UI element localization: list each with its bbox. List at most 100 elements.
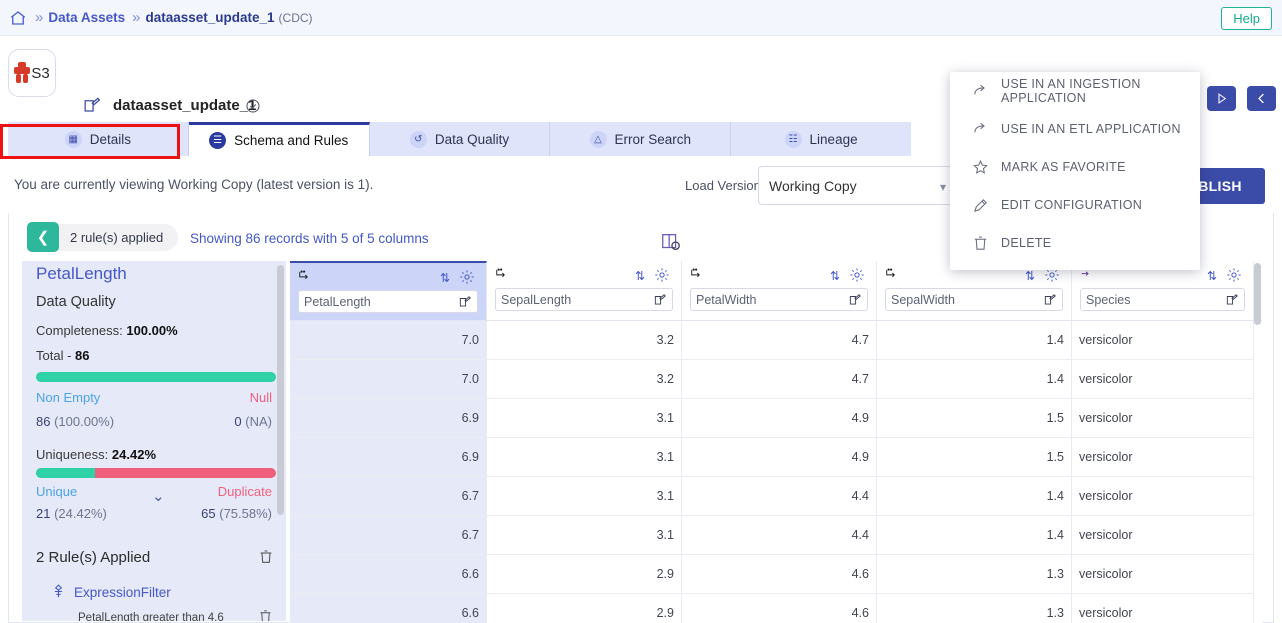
table-cell[interactable]: versicolor — [1072, 399, 1254, 438]
column-name-input[interactable]: SepalWidth — [885, 288, 1063, 311]
duplicate-label: Duplicate — [218, 484, 272, 499]
table-cell[interactable]: versicolor — [1072, 321, 1254, 360]
sort-icon[interactable]: ⇅ — [440, 271, 450, 285]
table-cell[interactable]: 6.7 — [290, 516, 487, 555]
table-row[interactable]: 6.73.14.41.4versicolor — [290, 477, 1262, 516]
sort-icon[interactable]: ⇅ — [1025, 269, 1035, 283]
table-cell[interactable]: 6.9 — [290, 399, 487, 438]
table-cell[interactable]: 3.1 — [487, 516, 682, 555]
table-cell[interactable]: 4.6 — [682, 594, 877, 623]
grid-header-row: ⇅ PetalLength ⇅ SepalLength ⇅ PetalWidth ⇅ Sepa… — [290, 261, 1262, 321]
collapse-panel-button[interactable]: ❮ — [27, 222, 59, 252]
table-cell[interactable]: 4.9 — [682, 399, 877, 438]
run-button[interactable] — [1207, 86, 1236, 111]
tab-schema-and-rules[interactable]: ☰ Schema and Rules — [189, 122, 370, 156]
table-cell[interactable]: versicolor — [1072, 438, 1254, 477]
table-cell[interactable]: 4.7 — [682, 321, 877, 360]
column-config-icon[interactable] — [660, 231, 682, 253]
table-row[interactable]: 7.03.24.71.4versicolor — [290, 360, 1262, 399]
expand-chevron-icon[interactable]: ⌄ — [152, 487, 165, 505]
grid-column-header[interactable]: ⇅ PetalWidth — [682, 261, 877, 320]
grid-column-header[interactable]: ⇅ PetalLength — [290, 261, 487, 320]
tab-error-search[interactable]: △ Error Search — [550, 122, 731, 156]
table-cell[interactable]: 1.5 — [877, 399, 1072, 438]
table-cell[interactable]: versicolor — [1072, 516, 1254, 555]
edit-column-icon[interactable] — [1225, 293, 1239, 307]
tab-data-quality[interactable]: ↺ Data Quality — [370, 122, 551, 156]
table-cell[interactable]: 1.4 — [877, 321, 1072, 360]
table-cell[interactable]: 3.1 — [487, 438, 682, 477]
table-cell[interactable]: 4.6 — [682, 555, 877, 594]
completeness-row: Completeness: 100.00% — [36, 323, 178, 338]
breadcrumb-link-data-assets[interactable]: Data Assets — [48, 10, 125, 25]
rule-name[interactable]: ExpressionFilter — [74, 585, 171, 600]
tab-details[interactable]: ▦ Details — [8, 122, 189, 156]
delete-rule-icon[interactable] — [258, 609, 273, 621]
gear-icon[interactable] — [849, 267, 865, 283]
table-cell[interactable]: 1.4 — [877, 477, 1072, 516]
menu-item-delete[interactable]: DELETE — [950, 224, 1200, 262]
edit-column-icon[interactable] — [1043, 293, 1057, 307]
grid-scrollbar[interactable] — [1254, 263, 1261, 325]
table-cell[interactable]: 3.2 — [487, 321, 682, 360]
table-cell[interactable]: 7.0 — [290, 360, 487, 399]
edit-column-icon[interactable] — [848, 293, 862, 307]
table-cell[interactable]: 3.2 — [487, 360, 682, 399]
home-icon[interactable] — [8, 8, 28, 28]
column-name-input[interactable]: SepalLength — [495, 288, 673, 311]
table-row[interactable]: 6.73.14.41.4versicolor — [290, 516, 1262, 555]
gear-icon[interactable] — [459, 269, 475, 285]
menu-item-mark-as-favorite[interactable]: MARK AS FAVORITE — [950, 148, 1200, 186]
table-cell[interactable]: 4.4 — [682, 516, 877, 555]
table-cell[interactable]: 3.1 — [487, 477, 682, 516]
back-button[interactable] — [1247, 86, 1276, 111]
edit-name-icon[interactable] — [82, 96, 101, 115]
table-cell[interactable]: 6.6 — [290, 594, 487, 623]
table-row[interactable]: 7.03.24.71.4versicolor — [290, 321, 1262, 360]
table-cell[interactable]: 6.6 — [290, 555, 487, 594]
grid-column-header[interactable]: ⇅ SepalLength — [487, 261, 682, 320]
table-cell[interactable]: 1.3 — [877, 555, 1072, 594]
gear-icon[interactable] — [1226, 267, 1242, 283]
sort-icon[interactable]: ⇅ — [635, 269, 645, 283]
edit-column-icon[interactable] — [653, 293, 667, 307]
table-cell[interactable]: 1.4 — [877, 360, 1072, 399]
warning-icon: △ — [590, 131, 607, 148]
column-name-input[interactable]: Species — [1080, 288, 1245, 311]
table-cell[interactable]: 1.5 — [877, 438, 1072, 477]
unique-value: 21 (24.42%) — [36, 506, 107, 521]
table-cell[interactable]: 1.3 — [877, 594, 1072, 623]
table-row[interactable]: 6.62.94.61.3versicolor — [290, 555, 1262, 594]
table-cell[interactable]: 2.9 — [487, 555, 682, 594]
table-cell[interactable]: 3.1 — [487, 399, 682, 438]
column-name-input[interactable]: PetalWidth — [690, 288, 868, 311]
edit-column-icon[interactable] — [458, 295, 472, 309]
table-row[interactable]: 6.62.94.61.3versicolor — [290, 594, 1262, 623]
table-cell[interactable]: versicolor — [1072, 477, 1254, 516]
table-cell[interactable]: 4.4 — [682, 477, 877, 516]
table-cell[interactable]: 6.7 — [290, 477, 487, 516]
table-cell[interactable]: 7.0 — [290, 321, 487, 360]
help-button[interactable]: Help — [1221, 7, 1272, 30]
panel-scrollbar[interactable] — [277, 265, 284, 515]
menu-item-edit-configuration[interactable]: EDIT CONFIGURATION — [950, 186, 1200, 224]
table-cell[interactable]: 6.9 — [290, 438, 487, 477]
table-cell[interactable]: 4.7 — [682, 360, 877, 399]
table-row[interactable]: 6.93.14.91.5versicolor — [290, 438, 1262, 477]
sort-icon[interactable]: ⇅ — [1207, 269, 1217, 283]
table-cell[interactable]: 1.4 — [877, 516, 1072, 555]
table-cell[interactable]: versicolor — [1072, 594, 1254, 623]
table-cell[interactable]: 4.9 — [682, 438, 877, 477]
menu-item-use-in-an-ingestion-application[interactable]: USE IN AN INGESTION APPLICATION — [950, 72, 1200, 110]
menu-item-use-in-an-etl-application[interactable]: USE IN AN ETL APPLICATION — [950, 110, 1200, 148]
table-cell[interactable]: versicolor — [1072, 555, 1254, 594]
sort-icon[interactable]: ⇅ — [830, 269, 840, 283]
tab-lineage[interactable]: ☷ Lineage — [731, 122, 911, 156]
delete-all-rules-icon[interactable] — [258, 549, 274, 565]
table-row[interactable]: 6.93.14.91.5versicolor — [290, 399, 1262, 438]
table-cell[interactable]: versicolor — [1072, 360, 1254, 399]
table-cell[interactable]: 2.9 — [487, 594, 682, 623]
gear-icon[interactable] — [654, 267, 670, 283]
load-version-select[interactable]: Working Copy ▾ — [758, 166, 956, 205]
column-name-input[interactable]: PetalLength — [298, 290, 478, 313]
